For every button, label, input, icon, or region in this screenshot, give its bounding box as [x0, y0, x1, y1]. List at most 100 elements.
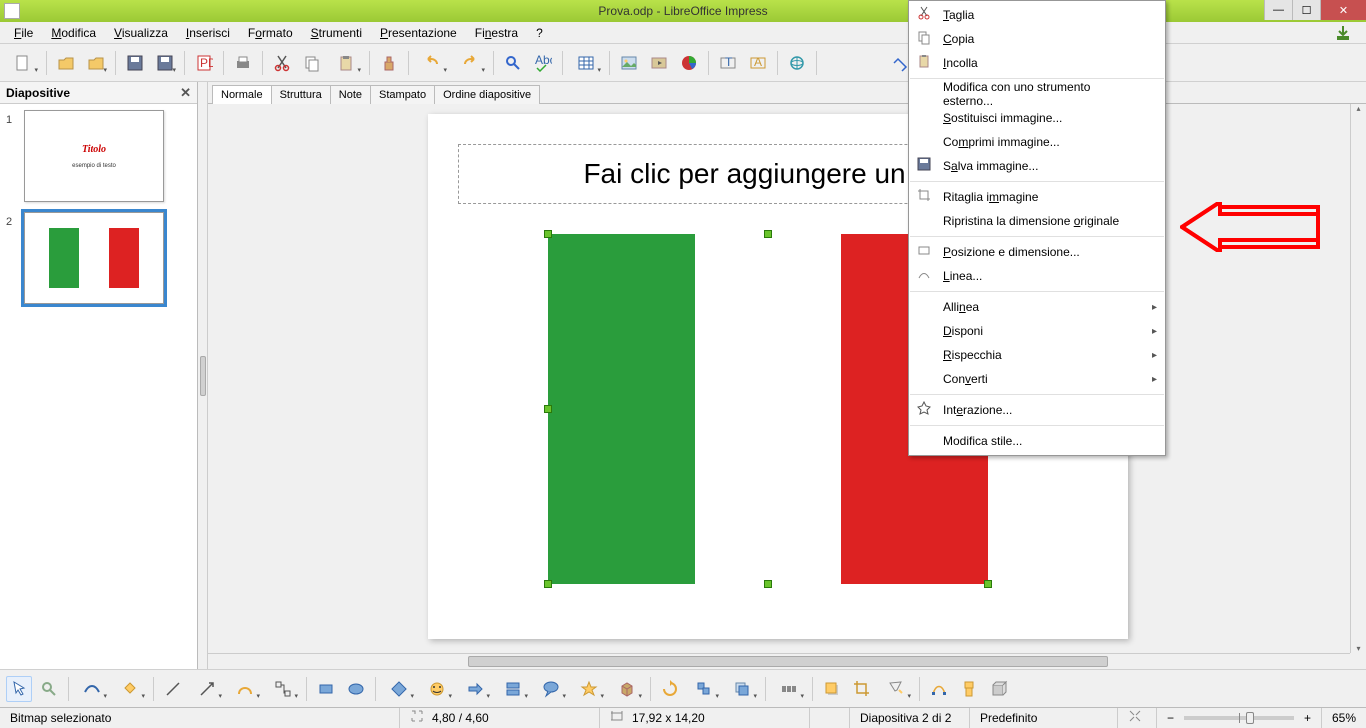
- open-button[interactable]: [53, 50, 79, 76]
- callouts-tool[interactable]: [534, 676, 568, 702]
- zoom-percent[interactable]: 65%: [1322, 708, 1366, 728]
- zoom-out-button[interactable]: −: [1167, 711, 1174, 725]
- line-tool[interactable]: [160, 676, 186, 702]
- status-signature[interactable]: [810, 708, 850, 728]
- stars-tool[interactable]: [572, 676, 606, 702]
- tab-normale[interactable]: Normale: [212, 85, 272, 104]
- zoom-slider-handle[interactable]: [1246, 712, 1254, 724]
- filter-tool[interactable]: [879, 676, 913, 702]
- status-master[interactable]: Predefinito: [970, 708, 1118, 728]
- selection-handle[interactable]: [984, 580, 992, 588]
- paste-button[interactable]: [329, 50, 363, 76]
- ctx-converti[interactable]: Converti: [909, 367, 1165, 391]
- canvas-area[interactable]: Fai clic per aggiungere un titolo: [208, 104, 1366, 669]
- ctx-modifica-stile[interactable]: Modifica stile...: [909, 429, 1165, 453]
- zoom-in-button[interactable]: +: [1304, 711, 1311, 725]
- arrow-line-tool[interactable]: [190, 676, 224, 702]
- ctx-posizione[interactable]: Posizione e dimensione...: [909, 240, 1165, 264]
- export-pdf-button[interactable]: PDF: [191, 50, 217, 76]
- fill-color-tool[interactable]: [113, 676, 147, 702]
- hyperlink-button[interactable]: [784, 50, 810, 76]
- tab-struttura[interactable]: Struttura: [271, 85, 331, 104]
- open-recent-button[interactable]: [83, 50, 109, 76]
- save-as-button[interactable]: [152, 50, 178, 76]
- block-arrows-tool[interactable]: [458, 676, 492, 702]
- close-button[interactable]: ✕: [1320, 0, 1366, 20]
- ctx-incolla[interactable]: Incolla: [909, 51, 1165, 75]
- splitter-handle-icon[interactable]: [200, 356, 206, 396]
- menu-presentazione[interactable]: Presentazione: [372, 24, 465, 42]
- insert-chart-button[interactable]: [676, 50, 702, 76]
- zoom-slider[interactable]: [1184, 716, 1294, 720]
- basic-shapes-tool[interactable]: [382, 676, 416, 702]
- slide-list[interactable]: 1 Titolo esempio di testo 2: [0, 104, 197, 669]
- points-tool[interactable]: [926, 676, 952, 702]
- selection-handle[interactable]: [544, 580, 552, 588]
- print-button[interactable]: [230, 50, 256, 76]
- ctx-ripristina[interactable]: Ripristina la dimensione originale: [909, 209, 1165, 233]
- curve-tool[interactable]: [228, 676, 262, 702]
- extrusion-tool[interactable]: [986, 676, 1012, 702]
- ellipse-tool[interactable]: [343, 676, 369, 702]
- horizontal-scrollbar[interactable]: [208, 653, 1350, 669]
- ctx-allinea[interactable]: Allinea: [909, 295, 1165, 319]
- scrollbar-thumb[interactable]: [468, 656, 1108, 667]
- spellcheck-button[interactable]: Abc: [530, 50, 556, 76]
- select-tool[interactable]: [6, 676, 32, 702]
- align-tool[interactable]: [687, 676, 721, 702]
- crop-tool[interactable]: [849, 676, 875, 702]
- 3d-tool[interactable]: [610, 676, 644, 702]
- ctx-taglia[interactable]: Taglia: [909, 3, 1165, 27]
- menu-strumenti[interactable]: Strumenti: [303, 24, 370, 42]
- ctx-rispecchia[interactable]: Rispecchia: [909, 343, 1165, 367]
- slide-thumb[interactable]: 2: [6, 212, 191, 304]
- copy-button[interactable]: [299, 50, 325, 76]
- minimize-button[interactable]: —: [1264, 0, 1292, 20]
- rotate-tool[interactable]: [657, 676, 683, 702]
- ctx-sostituisci[interactable]: Sostituisci immagine...: [909, 106, 1165, 130]
- vertical-scrollbar[interactable]: [1350, 104, 1366, 653]
- rectangle-tool[interactable]: [313, 676, 339, 702]
- cut-button[interactable]: [269, 50, 295, 76]
- tab-stampato[interactable]: Stampato: [370, 85, 435, 104]
- selection-handle[interactable]: [764, 230, 772, 238]
- menu-inserisci[interactable]: Inserisci: [178, 24, 238, 42]
- menu-modifica[interactable]: Modifica: [43, 24, 104, 42]
- undo-button[interactable]: [415, 50, 449, 76]
- ctx-ritaglia[interactable]: Ritaglia immagine: [909, 185, 1165, 209]
- status-fit-button[interactable]: [1118, 708, 1157, 728]
- connector-tool[interactable]: [266, 676, 300, 702]
- redo-button[interactable]: [453, 50, 487, 76]
- insert-media-button[interactable]: [646, 50, 672, 76]
- ctx-interazione[interactable]: Interazione...: [909, 398, 1165, 422]
- save-button[interactable]: [122, 50, 148, 76]
- selection-handle[interactable]: [764, 580, 772, 588]
- find-replace-button[interactable]: [500, 50, 526, 76]
- shadow-tool[interactable]: [819, 676, 845, 702]
- download-update-icon[interactable]: [1334, 24, 1352, 42]
- selection-handle[interactable]: [544, 405, 552, 413]
- ctx-linea[interactable]: Linea...: [909, 264, 1165, 288]
- menu-formato[interactable]: Formato: [240, 24, 301, 42]
- tab-note[interactable]: Note: [330, 85, 371, 104]
- table-button[interactable]: [569, 50, 603, 76]
- ctx-salva[interactable]: Salva immagine...: [909, 154, 1165, 178]
- zoom-tool[interactable]: [36, 676, 62, 702]
- flowchart-tool[interactable]: [496, 676, 530, 702]
- maximize-button[interactable]: ☐: [1292, 0, 1320, 20]
- slide-thumbnail[interactable]: Titolo esempio di testo: [24, 110, 164, 202]
- selection-handle[interactable]: [544, 230, 552, 238]
- slide-panel-close-icon[interactable]: ✕: [180, 85, 191, 101]
- textbox-button[interactable]: T: [715, 50, 741, 76]
- menu-visualizza[interactable]: Visualizza: [106, 24, 176, 42]
- ctx-modifica-esterno[interactable]: Modifica con uno strumento esterno...: [909, 82, 1165, 106]
- new-button[interactable]: [6, 50, 40, 76]
- menu-aiuto[interactable]: ?: [528, 24, 551, 42]
- slide-thumb[interactable]: 1 Titolo esempio di testo: [6, 110, 191, 202]
- tab-ordine[interactable]: Ordine diapositive: [434, 85, 540, 104]
- fontwork-button[interactable]: A: [745, 50, 771, 76]
- glue-tool[interactable]: [956, 676, 982, 702]
- menu-file[interactable]: File: [6, 24, 41, 42]
- insert-image-button[interactable]: [616, 50, 642, 76]
- ctx-copia[interactable]: Copia: [909, 27, 1165, 51]
